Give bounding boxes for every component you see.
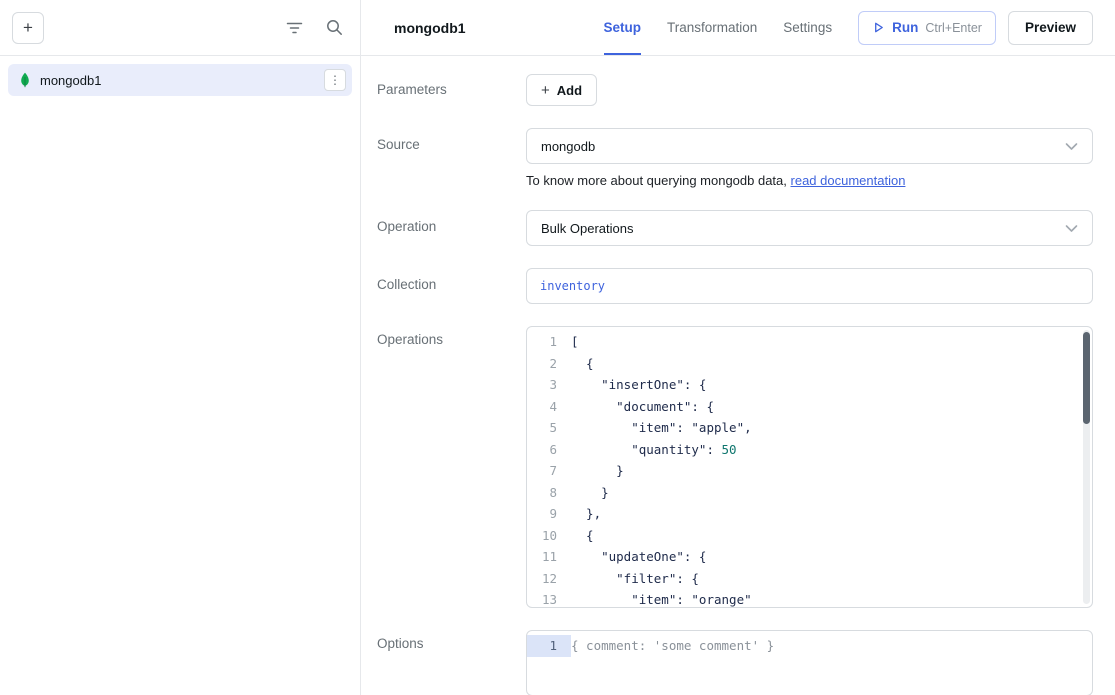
operation-row: Operation Bulk Operations (377, 210, 1093, 246)
code-line: 5 "item": "apple", (527, 417, 1092, 439)
source-helper-text: To know more about querying mongodb data… (526, 173, 1093, 188)
collection-input-value: inventory (540, 279, 605, 293)
code-line: 8 } (527, 482, 1092, 504)
scrollbar-track[interactable] (1083, 330, 1090, 604)
play-icon (872, 21, 885, 34)
code-text: "updateOne": { (571, 546, 706, 568)
query-list: mongodb1 ⋮ (0, 56, 360, 104)
query-item-menu-button[interactable]: ⋮ (324, 69, 346, 91)
code-text: { (571, 353, 594, 375)
code-text: "item": "orange" (571, 589, 752, 608)
run-button-label: Run (892, 20, 918, 35)
line-number: 6 (527, 439, 571, 461)
code-line: 10 { (527, 525, 1092, 547)
line-number: 7 (527, 460, 571, 482)
code-text: "document": { (571, 396, 714, 418)
collection-label: Collection (377, 268, 526, 304)
source-select[interactable]: mongodb (526, 128, 1093, 164)
code-text: "item": "apple", (571, 417, 752, 439)
code-text: { (571, 525, 594, 547)
tab-transformation[interactable]: Transformation (667, 0, 757, 55)
code-line: 3 "insertOne": { (527, 374, 1092, 396)
line-number: 2 (527, 353, 571, 375)
operations-label: Operations (377, 326, 526, 608)
code-text: "insertOne": { (571, 374, 706, 396)
line-number: 10 (527, 525, 571, 547)
options-row: Options 1{ comment: 'some comment' } (377, 630, 1093, 695)
add-parameter-button[interactable]: + Add (526, 74, 597, 106)
mongodb-leaf-icon (18, 72, 32, 88)
plus-icon: + (541, 83, 550, 98)
sidebar-toolbar-icons (284, 18, 344, 38)
query-list-item[interactable]: mongodb1 ⋮ (8, 64, 352, 96)
line-number: 1 (527, 635, 571, 657)
tab-settings[interactable]: Settings (783, 0, 832, 55)
preview-button[interactable]: Preview (1008, 11, 1093, 45)
options-label: Options (377, 630, 526, 695)
source-row: Source mongodb To know more about queryi… (377, 128, 1093, 188)
code-line: 1[ (527, 331, 1092, 353)
sidebar-toolbar: + (0, 0, 360, 56)
line-number: 3 (527, 374, 571, 396)
query-sidebar: + mongodb1 ⋮ (0, 0, 361, 695)
code-line: 1{ comment: 'some comment' } (527, 635, 1092, 657)
line-number: 5 (527, 417, 571, 439)
line-number: 11 (527, 546, 571, 568)
code-line: 4 "document": { (527, 396, 1092, 418)
add-query-button[interactable]: + (12, 12, 44, 44)
line-number: 8 (527, 482, 571, 504)
line-number: 4 (527, 396, 571, 418)
query-title: mongodb1 (394, 20, 466, 36)
operations-code-lines: 1[2 {3 "insertOne": {4 "document": {5 "i… (527, 331, 1092, 608)
chevron-down-icon (1065, 224, 1078, 233)
code-text: { comment: 'some comment' } (571, 635, 774, 657)
line-number: 13 (527, 589, 571, 608)
code-text: "filter": { (571, 568, 699, 590)
query-editor-app: { "colors": { "accent": "#3e63dd", "mong… (0, 0, 1115, 695)
line-number: 12 (527, 568, 571, 590)
source-select-value: mongodb (541, 139, 595, 154)
operation-select[interactable]: Bulk Operations (526, 210, 1093, 246)
code-line: 13 "item": "orange" (527, 589, 1092, 608)
code-line: 7 } (527, 460, 1092, 482)
code-text: [ (571, 331, 579, 353)
code-text: } (571, 460, 624, 482)
options-code-lines: 1{ comment: 'some comment' } (527, 635, 1092, 657)
code-line: 9 }, (527, 503, 1092, 525)
code-line: 2 { (527, 353, 1092, 375)
options-code-editor[interactable]: 1{ comment: 'some comment' } (526, 630, 1093, 695)
query-setup-form: Parameters + Add Source mongodb To know … (361, 56, 1115, 695)
code-line: 12 "filter": { (527, 568, 1092, 590)
query-panel-header: mongodb1 Setup Transformation Settings R… (361, 0, 1115, 56)
add-parameter-label: Add (557, 83, 582, 98)
code-text: } (571, 482, 609, 504)
query-item-label: mongodb1 (40, 73, 316, 88)
collection-input[interactable]: inventory (526, 268, 1093, 304)
operation-select-value: Bulk Operations (541, 221, 634, 236)
read-documentation-link[interactable]: read documentation (791, 173, 906, 188)
query-panel: mongodb1 Setup Transformation Settings R… (361, 0, 1115, 695)
source-helper-prefix: To know more about querying mongodb data… (526, 173, 791, 188)
operation-label: Operation (377, 210, 526, 246)
code-line: 11 "updateOne": { (527, 546, 1092, 568)
query-tabs: Setup Transformation Settings (604, 0, 833, 55)
chevron-down-icon (1065, 142, 1078, 151)
source-label: Source (377, 128, 526, 188)
run-shortcut: Ctrl+Enter (925, 21, 982, 35)
tab-setup[interactable]: Setup (604, 0, 642, 55)
code-text: "quantity": 50 (571, 439, 737, 461)
filter-icon[interactable] (284, 18, 304, 38)
parameters-row: Parameters + Add (377, 74, 1093, 106)
collection-row: Collection inventory (377, 268, 1093, 304)
run-button[interactable]: Run Ctrl+Enter (858, 11, 996, 45)
code-line: 6 "quantity": 50 (527, 439, 1092, 461)
parameters-label: Parameters (377, 74, 526, 106)
line-number: 1 (527, 331, 571, 353)
operations-row: Operations 1[2 {3 "insertOne": {4 "docum… (377, 326, 1093, 608)
operations-code-editor[interactable]: 1[2 {3 "insertOne": {4 "document": {5 "i… (526, 326, 1093, 608)
scrollbar-thumb[interactable] (1083, 332, 1090, 424)
search-icon[interactable] (324, 18, 344, 38)
code-text: }, (571, 503, 601, 525)
line-number: 9 (527, 503, 571, 525)
